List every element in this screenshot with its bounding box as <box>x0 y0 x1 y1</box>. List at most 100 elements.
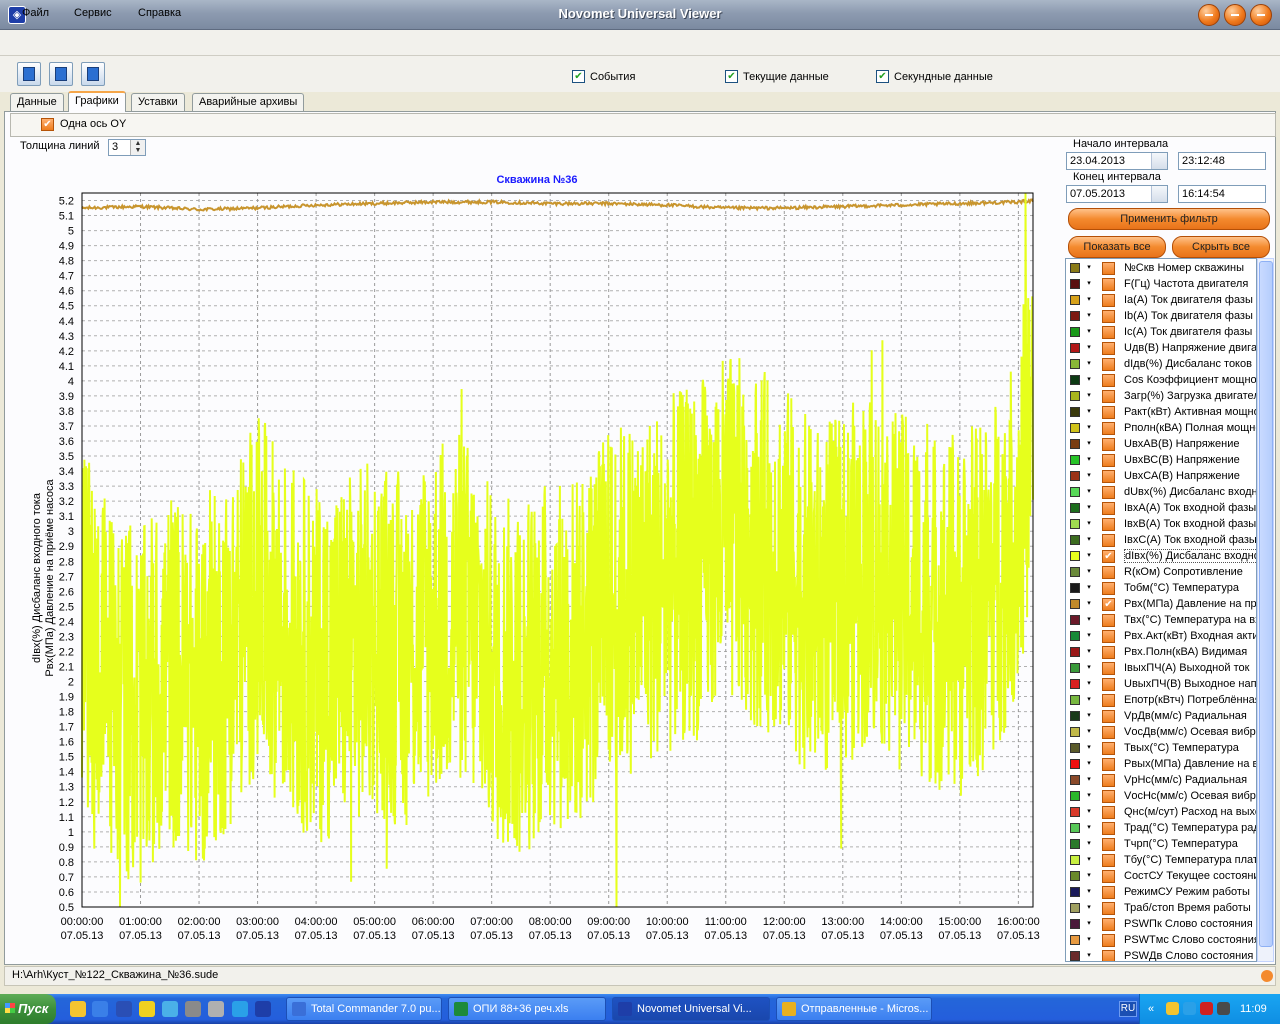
series-color-dropdown-icon[interactable]: ▾ <box>1084 503 1094 513</box>
series-visible-checkbox[interactable] <box>1102 870 1115 883</box>
series-visible-checkbox[interactable] <box>1102 342 1115 355</box>
tray-antivirus-icon[interactable] <box>1200 1002 1213 1015</box>
series-color-dropdown-icon[interactable]: ▾ <box>1084 791 1094 801</box>
series-visible-checkbox[interactable] <box>1102 726 1115 739</box>
series-row[interactable]: ▾ Uдв(B) Напряжение двигателя <box>1066 340 1256 356</box>
series-row[interactable]: ▾ dUвх(%) Дисбаланс входного <box>1066 484 1256 500</box>
maximize-button[interactable] <box>1224 4 1246 26</box>
series-row[interactable]: ▾ Епотр(кВтч) Потреблённая <box>1066 692 1256 708</box>
line-thickness-spinner[interactable]: ▲ ▼ <box>130 140 145 155</box>
quicklaunch-calc-icon[interactable] <box>185 1001 201 1017</box>
series-color-swatch[interactable] <box>1070 567 1080 577</box>
quicklaunch-outlook-icon[interactable] <box>92 1001 108 1017</box>
quicklaunch-clock-icon[interactable] <box>70 1001 86 1017</box>
series-visible-checkbox[interactable] <box>1102 950 1115 961</box>
series-row[interactable]: ▾ UвхСА(B) Напряжение <box>1066 468 1256 484</box>
series-visible-checkbox[interactable] <box>1102 486 1115 499</box>
series-color-dropdown-icon[interactable]: ▾ <box>1084 551 1094 561</box>
series-color-swatch[interactable] <box>1070 519 1080 529</box>
series-visible-checkbox[interactable] <box>1102 742 1115 755</box>
series-color-dropdown-icon[interactable]: ▾ <box>1084 439 1094 449</box>
tray-clock-icon[interactable] <box>1166 1002 1179 1015</box>
print-button[interactable] <box>81 62 105 86</box>
series-visible-checkbox[interactable] <box>1102 646 1115 659</box>
series-row[interactable]: ▾ Загр(%) Загрузка двигателя <box>1066 388 1256 404</box>
series-color-dropdown-icon[interactable]: ▾ <box>1084 631 1094 641</box>
series-color-swatch[interactable] <box>1070 759 1080 769</box>
series-color-dropdown-icon[interactable]: ▾ <box>1084 759 1094 769</box>
second-data-checkbox[interactable]: ✔ <box>876 70 889 83</box>
series-visible-checkbox[interactable] <box>1102 582 1115 595</box>
series-color-dropdown-icon[interactable]: ▾ <box>1084 343 1094 353</box>
series-color-swatch[interactable] <box>1070 903 1080 913</box>
series-color-swatch[interactable] <box>1070 775 1080 785</box>
series-row[interactable]: ▾ VрДв(мм/с) Радиальная <box>1066 708 1256 724</box>
tray-network-icon[interactable] <box>1183 1002 1196 1015</box>
series-color-swatch[interactable] <box>1070 599 1080 609</box>
tab-charts[interactable]: Графики <box>68 91 126 112</box>
menu-service[interactable]: Сервис <box>74 7 112 19</box>
series-color-dropdown-icon[interactable]: ▾ <box>1084 951 1094 961</box>
series-color-swatch[interactable] <box>1070 375 1080 385</box>
series-visible-checkbox[interactable] <box>1102 694 1115 707</box>
tray-expand-icon[interactable]: « <box>1148 1003 1154 1015</box>
series-color-swatch[interactable] <box>1070 535 1080 545</box>
start-button[interactable]: Пуск <box>0 994 56 1024</box>
series-color-dropdown-icon[interactable]: ▾ <box>1084 839 1094 849</box>
series-row[interactable]: ▾ ✔ Рвх(МПа) Давление на приёме насоса <box>1066 596 1256 612</box>
series-color-swatch[interactable] <box>1070 663 1080 673</box>
series-visible-checkbox[interactable]: ✔ <box>1102 598 1115 611</box>
series-color-dropdown-icon[interactable]: ▾ <box>1084 455 1094 465</box>
series-visible-checkbox[interactable] <box>1102 854 1115 867</box>
series-row[interactable]: ▾ F(Гц) Частота двигателя <box>1066 276 1256 292</box>
series-color-swatch[interactable] <box>1070 311 1080 321</box>
series-color-swatch[interactable] <box>1070 407 1080 417</box>
series-color-swatch[interactable] <box>1070 935 1080 945</box>
series-color-swatch[interactable] <box>1070 743 1080 753</box>
series-row[interactable]: ▾ VосНс(мм/с) Осевая вибрация <box>1066 788 1256 804</box>
series-color-dropdown-icon[interactable]: ▾ <box>1084 695 1094 705</box>
series-row[interactable]: ▾ Qнс(м/сут) Расход на выходе <box>1066 804 1256 820</box>
series-visible-checkbox[interactable] <box>1102 438 1115 451</box>
export-button[interactable] <box>49 62 73 86</box>
one-axis-checkbox[interactable]: ✔ <box>41 118 54 131</box>
series-row[interactable]: ▾ СостСУ Текущее состояние <box>1066 868 1256 884</box>
current-data-checkbox[interactable]: ✔ <box>725 70 738 83</box>
series-row[interactable]: ▾ Тбу(°C) Температура платы <box>1066 852 1256 868</box>
series-color-swatch[interactable] <box>1070 279 1080 289</box>
series-color-swatch[interactable] <box>1070 391 1080 401</box>
series-visible-checkbox[interactable] <box>1102 262 1115 275</box>
series-color-dropdown-icon[interactable]: ▾ <box>1084 775 1094 785</box>
quicklaunch-novomet-icon[interactable] <box>255 1001 271 1017</box>
series-visible-checkbox[interactable] <box>1102 934 1115 947</box>
series-color-dropdown-icon[interactable]: ▾ <box>1084 391 1094 401</box>
quicklaunch-network-icon[interactable] <box>162 1001 178 1017</box>
series-color-swatch[interactable] <box>1070 471 1080 481</box>
series-color-dropdown-icon[interactable]: ▾ <box>1084 519 1094 529</box>
series-visible-checkbox[interactable] <box>1102 902 1115 915</box>
quicklaunch-save-icon[interactable] <box>116 1001 132 1017</box>
end-date-dropdown[interactable] <box>1151 186 1167 202</box>
series-color-dropdown-icon[interactable]: ▾ <box>1084 743 1094 753</box>
series-visible-checkbox[interactable] <box>1102 518 1115 531</box>
series-visible-checkbox[interactable] <box>1102 502 1115 515</box>
series-visible-checkbox[interactable] <box>1102 790 1115 803</box>
taskbar-window-button[interactable]: ОПИ 88+36 реч.xls <box>448 997 606 1021</box>
series-visible-checkbox[interactable] <box>1102 294 1115 307</box>
series-color-dropdown-icon[interactable]: ▾ <box>1084 279 1094 289</box>
series-row[interactable]: ▾ Cos Коэффициент мощности <box>1066 372 1256 388</box>
series-color-dropdown-icon[interactable]: ▾ <box>1084 263 1094 273</box>
series-visible-checkbox[interactable] <box>1102 710 1115 723</box>
series-color-dropdown-icon[interactable]: ▾ <box>1084 711 1094 721</box>
series-visible-checkbox[interactable] <box>1102 806 1115 819</box>
quicklaunch-settings-icon[interactable] <box>208 1001 224 1017</box>
series-color-swatch[interactable] <box>1070 487 1080 497</box>
series-color-dropdown-icon[interactable]: ▾ <box>1084 599 1094 609</box>
series-visible-checkbox[interactable]: ✔ <box>1102 550 1115 563</box>
series-color-swatch[interactable] <box>1070 951 1080 961</box>
open-file-button[interactable] <box>17 62 41 86</box>
series-color-dropdown-icon[interactable]: ▾ <box>1084 663 1094 673</box>
series-color-dropdown-icon[interactable]: ▾ <box>1084 727 1094 737</box>
series-color-swatch[interactable] <box>1070 791 1080 801</box>
series-color-swatch[interactable] <box>1070 551 1080 561</box>
